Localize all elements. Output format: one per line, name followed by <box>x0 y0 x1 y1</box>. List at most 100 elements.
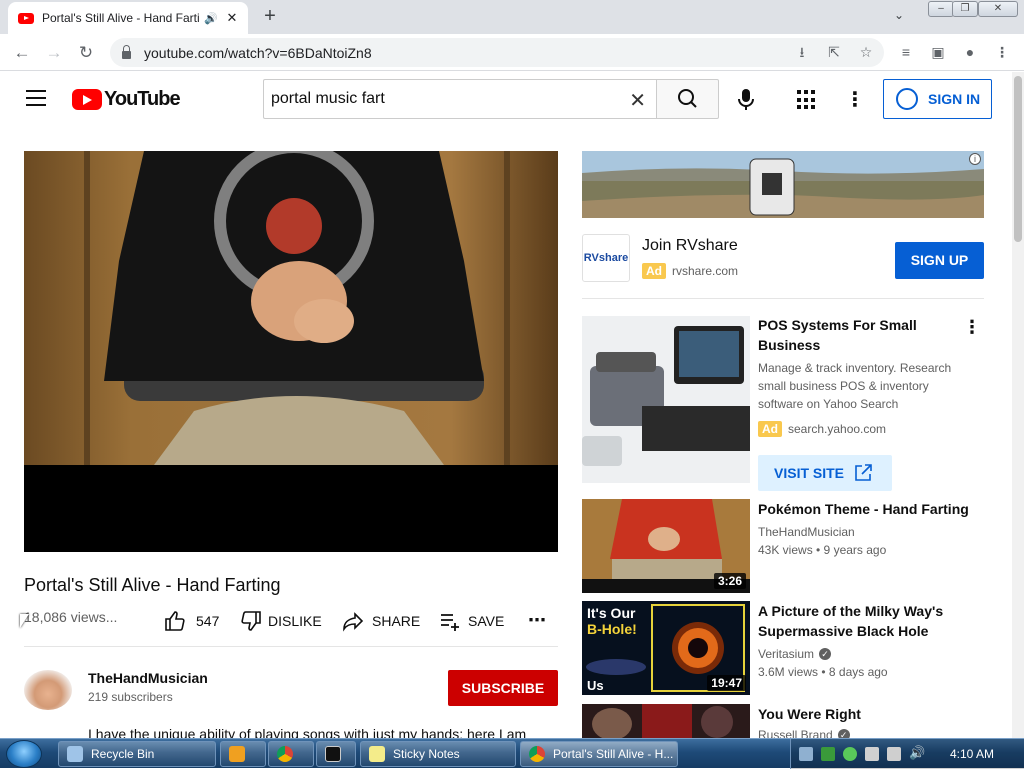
search-input[interactable]: portal music fart ✕ <box>263 79 656 119</box>
sticky-notes-icon <box>369 746 385 762</box>
restore-button[interactable]: ❐ <box>952 1 978 17</box>
close-window-button[interactable]: ✕ <box>978 1 1018 17</box>
dislike-button[interactable]: DISLIKE <box>240 610 322 632</box>
search-icon <box>678 89 697 108</box>
reload-icon[interactable]: ↻ <box>74 41 98 65</box>
channel-name[interactable]: TheHandMusician <box>758 525 855 539</box>
tray-update-icon[interactable] <box>843 747 857 761</box>
page-scrollbar[interactable] <box>1012 72 1024 738</box>
channel-name: Veritasium <box>758 647 815 661</box>
thumb-text: It's Our <box>587 605 636 621</box>
video-title[interactable]: A Picture of the Milky Way's Supermassiv… <box>758 601 978 641</box>
browser-tab-active[interactable]: Portal's Still Alive - Hand Farting 🔊 ✕ <box>8 2 248 34</box>
close-tab-icon[interactable]: ✕ <box>224 10 240 26</box>
video-title[interactable]: Pokémon Theme - Hand Farting <box>758 499 978 519</box>
address-bar[interactable]: youtube.com/watch?v=6BDaNtoiZn8 <box>110 38 884 67</box>
video-thumbnail[interactable] <box>582 704 750 738</box>
thumb-text: Us <box>587 678 604 693</box>
video-player[interactable] <box>24 151 558 552</box>
pos-ad-thumbnail[interactable] <box>582 316 750 483</box>
account-icon <box>896 88 918 110</box>
media-controls-icon[interactable]: ≡ <box>896 42 916 62</box>
video-thumbnail[interactable]: It's Our B-Hole! Us 19:47 <box>582 601 750 695</box>
pos-ad-title[interactable]: POS Systems For Small Business <box>758 315 958 355</box>
share-button[interactable]: SHARE <box>342 610 420 632</box>
ad-banner-image[interactable] <box>582 151 984 218</box>
scrollbar-thumb[interactable] <box>1014 76 1022 242</box>
hamburger-menu-icon[interactable] <box>26 90 46 106</box>
youtube-header: YouTube portal music fart ✕ ⋮ SIGN IN <box>0 72 1012 128</box>
youtube-logo[interactable]: YouTube <box>72 88 181 111</box>
save-label: SAVE <box>468 613 505 629</box>
volume-icon[interactable]: 🔊 <box>909 745 925 761</box>
share-page-icon[interactable]: ⇱ <box>824 42 844 62</box>
forward-arrow-icon[interactable]: → <box>42 41 66 65</box>
like-button[interactable]: 547 <box>164 610 219 632</box>
side-panel-icon[interactable]: ▣ <box>928 42 948 62</box>
divider <box>582 298 984 299</box>
verified-check-icon: ✓ <box>819 648 832 660</box>
search-query-text: portal music fart <box>271 90 385 107</box>
pos-ad-menu-icon[interactable]: ⋮ <box>962 317 982 337</box>
tray-security-icon[interactable] <box>821 747 835 761</box>
clear-search-icon[interactable]: ✕ <box>629 88 646 113</box>
sign-up-button[interactable]: SIGN UP <box>895 242 984 279</box>
view-count[interactable]: 18,086 views... <box>24 609 117 625</box>
speaker-icon[interactable]: 🔊 <box>204 12 218 25</box>
external-link-icon <box>855 464 872 481</box>
apps-grid-icon[interactable] <box>797 90 817 110</box>
search-button[interactable] <box>656 79 719 119</box>
ad-url: rvshare.com <box>672 264 739 278</box>
visit-site-button[interactable]: VISIT SITE <box>758 455 892 491</box>
tray-app-icon[interactable] <box>799 747 813 761</box>
ad-title[interactable]: Join RVshare <box>642 237 738 255</box>
bookmark-star-icon[interactable]: ☆ <box>856 42 876 62</box>
channel-avatar[interactable] <box>24 670 72 710</box>
chrome-icon <box>529 746 545 762</box>
start-button[interactable] <box>6 740 42 768</box>
youtube-play-icon <box>72 89 102 110</box>
settings-more-icon[interactable]: ⋮ <box>845 88 865 112</box>
taskbar-item-chrome-window[interactable]: Portal's Still Alive - H... <box>520 741 678 767</box>
ad-info-icon[interactable]: i <box>969 153 981 165</box>
microphone-icon[interactable] <box>736 88 756 112</box>
taskbar-item-cmd[interactable] <box>316 741 356 767</box>
taskbar-item-media-player[interactable] <box>220 741 266 767</box>
taskbar-clock[interactable]: 4:10 AM <box>950 747 994 761</box>
share-arrow-icon <box>343 612 364 632</box>
channel-row[interactable]: Veritasium ✓ <box>758 647 832 661</box>
tray-action-center-icon[interactable] <box>865 747 879 761</box>
taskbar-item-sticky-notes[interactable]: Sticky Notes <box>360 741 516 767</box>
video-thumbnail[interactable]: 3:26 <box>582 499 750 593</box>
taskbar-item-recycle-bin[interactable]: Recycle Bin <box>58 741 216 767</box>
dislike-label: DISLIKE <box>268 613 322 629</box>
video-frame <box>24 151 558 552</box>
more-actions-icon[interactable]: ⋯ <box>528 610 546 631</box>
subscribe-button[interactable]: SUBSCRIBE <box>448 670 558 706</box>
browser-menu-icon[interactable]: ⋮ <box>992 42 1012 62</box>
thumbs-down-icon <box>241 611 261 631</box>
youtube-favicon-icon <box>18 12 34 24</box>
sign-in-button[interactable]: SIGN IN <box>883 79 992 119</box>
thumbs-up-icon <box>165 611 185 631</box>
add-to-playlist-icon <box>441 614 459 631</box>
save-button[interactable]: SAVE <box>440 610 504 632</box>
minimize-button[interactable]: – <box>928 1 954 17</box>
channel-name[interactable]: TheHandMusician <box>88 670 208 686</box>
new-tab-button[interactable]: + <box>258 4 282 28</box>
profile-icon[interactable]: ● <box>960 42 980 62</box>
logo-text: YouTube <box>104 88 181 110</box>
video-title[interactable]: You Were Right <box>758 704 978 724</box>
tab-title: Portal's Still Alive - Hand Farting <box>42 11 200 25</box>
command-prompt-icon <box>325 746 341 762</box>
install-app-icon[interactable]: ⭳ <box>792 42 812 62</box>
taskbar-label: Recycle Bin <box>91 747 155 761</box>
url-text: youtube.com/watch?v=6BDaNtoiZn8 <box>144 44 372 61</box>
taskbar-label: Portal's Still Alive - H... <box>553 747 674 761</box>
rvshare-logo[interactable]: RVshare <box>582 234 630 282</box>
tab-search-chevron-icon[interactable]: ⌄ <box>894 8 904 22</box>
browser-toolbar: ← → ↻ youtube.com/watch?v=6BDaNtoiZn8 ⭳ … <box>0 34 1024 71</box>
network-icon[interactable] <box>887 747 901 761</box>
taskbar-item-chrome[interactable] <box>268 741 314 767</box>
back-arrow-icon[interactable]: ← <box>10 41 34 65</box>
